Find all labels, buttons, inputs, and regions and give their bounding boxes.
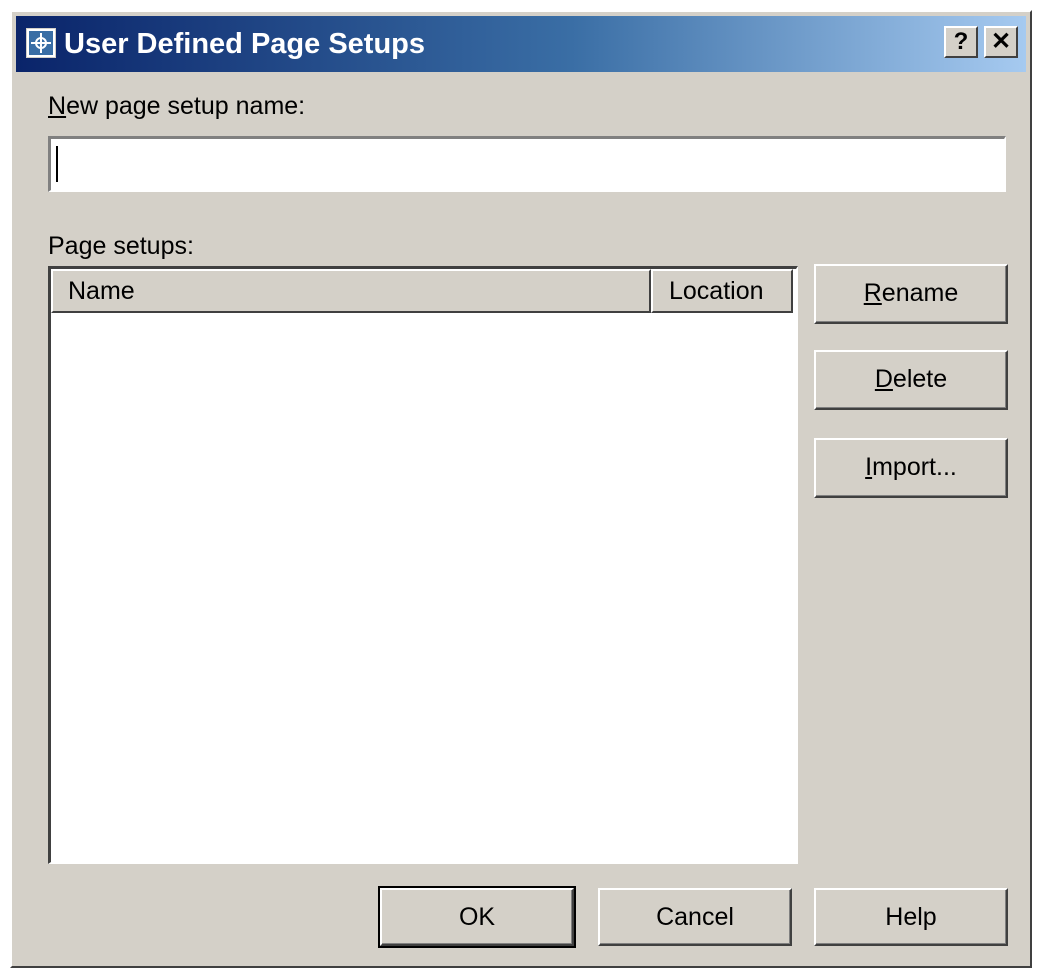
- window-title: User Defined Page Setups: [64, 28, 425, 60]
- new-page-setup-name-label: New page setup name:: [48, 92, 305, 121]
- close-button[interactable]: ✕: [984, 26, 1018, 58]
- page-setups-dialog: User Defined Page Setups ? ✕ New page se…: [10, 10, 1032, 968]
- import-label: mport...: [872, 453, 957, 481]
- rename-hotkey: R: [863, 279, 882, 307]
- close-icon: ✕: [990, 28, 1012, 55]
- page-setups-label: Page setups:: [48, 232, 194, 260]
- delete-hotkey: D: [874, 365, 893, 393]
- delete-label: elete: [892, 365, 948, 393]
- new-page-setup-name-input[interactable]: [48, 136, 1006, 192]
- text-caret: [56, 146, 58, 182]
- new-label-text: ew page setup name:: [66, 92, 306, 120]
- rename-button[interactable]: Rename: [814, 264, 1008, 324]
- new-label-hotkey: N: [48, 92, 67, 120]
- ok-button[interactable]: OK: [378, 886, 576, 948]
- import-button[interactable]: Import...: [814, 438, 1008, 498]
- app-icon: [26, 28, 56, 58]
- title-bar[interactable]: User Defined Page Setups ? ✕: [16, 16, 1026, 72]
- delete-button[interactable]: Delete: [814, 350, 1008, 410]
- page-setups-list[interactable]: Name Location: [48, 266, 798, 864]
- column-header-location[interactable]: Location: [651, 269, 793, 313]
- column-header-name[interactable]: Name: [51, 269, 651, 313]
- help-button[interactable]: Help: [814, 888, 1008, 946]
- help-title-button[interactable]: ?: [944, 26, 978, 58]
- rename-label: ename: [881, 279, 959, 307]
- cancel-button[interactable]: Cancel: [598, 888, 792, 946]
